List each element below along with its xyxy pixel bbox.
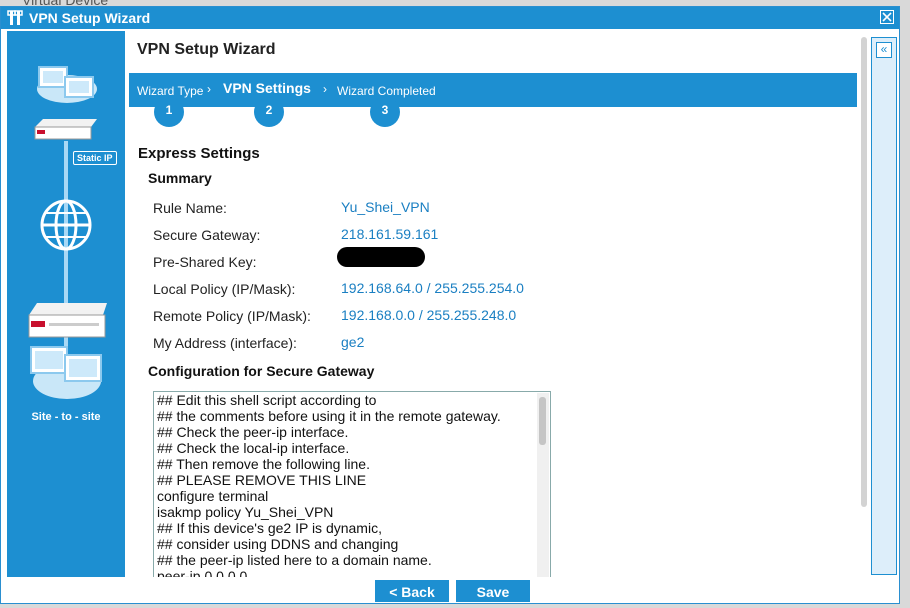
rule-name-label: Rule Name: [153,200,227,216]
step-number-2: 2 [254,97,284,127]
remote-policy-label: Remote Policy (IP/Mask): [153,308,311,324]
wizard-content: VPN Setup Wizard Wizard Type › VPN Setti… [127,31,857,577]
textarea-scrollbar[interactable] [537,393,549,577]
script-line: ## Then remove the following line. [157,456,370,472]
save-button[interactable]: Save [456,580,530,602]
pre-shared-key-redacted [337,247,425,267]
local-policy-label: Local Policy (IP/Mask): [153,281,296,297]
script-line: ## If this device's ge2 IP is dynamic, [157,520,382,536]
chevron-right-icon: › [323,82,327,96]
page-title: VPN Setup Wizard [137,41,276,58]
secure-gateway-label: Secure Gateway: [153,227,261,243]
remote-firewall-icon [28,303,107,338]
site-to-site-label: Site - to - site [31,411,101,423]
dialog-title: VPN Setup Wizard [29,10,151,26]
script-line: ## the comments before using it in the r… [157,408,501,424]
close-icon [882,12,892,22]
script-line: isakmp policy Yu_Shei_VPN [157,504,334,520]
pre-shared-key-label: Pre-Shared Key: [153,254,257,270]
step-wizard-completed: Wizard Completed [337,84,436,98]
local-policy-value: 192.168.64.0 / 255.255.254.0 [341,280,524,296]
topology-sidebar: Static IP Site - to - site [7,31,125,577]
script-line: configure terminal [157,488,269,504]
gateway-config-script-textarea[interactable]: ## Edit this shell script according to #… [153,391,551,577]
static-ip-badge: Static IP [73,151,117,165]
remote-computers-icon [30,346,102,399]
back-button[interactable]: < Back [375,580,449,602]
vpn-setup-wizard-dialog: VPN Setup Wizard Static IP Site - to - s… [0,6,900,604]
local-computers-icon [37,66,97,103]
secure-gateway-value: 218.161.59.161 [341,226,439,242]
script-line: ## PLEASE REMOVE THIS LINE [157,472,367,488]
config-secure-gateway-heading: Configuration for Secure Gateway [148,363,375,379]
my-address-value: ge2 [341,334,365,350]
script-line: ## Check the peer-ip interface. [157,424,349,440]
double-chevron-left-icon: « [880,42,888,56]
script-line: peer-ip 0.0.0.0 [157,568,248,577]
content-scrollbar[interactable] [859,37,869,507]
my-address-label: My Address (interface): [153,335,297,351]
express-settings-heading: Express Settings [138,145,260,162]
local-firewall-icon [34,119,97,140]
textarea-scrollbar-thumb[interactable] [539,397,546,445]
step-number-1: 1 [154,97,184,127]
script-line: ## Check the local-ip interface. [157,440,350,456]
wizard-tools-icon [7,10,23,25]
expand-panel-button[interactable]: « [876,42,892,58]
script-line: ## consider using DDNS and changing [157,536,399,552]
rule-name-value: Yu_Shei_VPN [341,199,430,215]
site-to-site-diagram [28,66,107,399]
summary-heading: Summary [148,170,212,186]
content-scrollbar-thumb[interactable] [861,37,867,507]
remote-policy-value: 192.168.0.0 / 255.255.248.0 [341,307,517,323]
close-button[interactable] [880,10,894,24]
script-line: ## Edit this shell script according to [157,392,377,408]
wizard-steps-bar: Wizard Type › VPN Settings › Wizard Comp… [129,73,857,127]
step-wizard-type: Wizard Type [137,84,204,98]
collapsed-side-panel: « [871,37,897,575]
dialog-titlebar: VPN Setup Wizard [1,7,899,29]
script-line: ## the peer-ip listed here to a domain n… [157,552,432,568]
step-number-3: 3 [370,97,400,127]
chevron-right-icon: › [207,82,211,96]
step-vpn-settings: VPN Settings [223,80,311,96]
